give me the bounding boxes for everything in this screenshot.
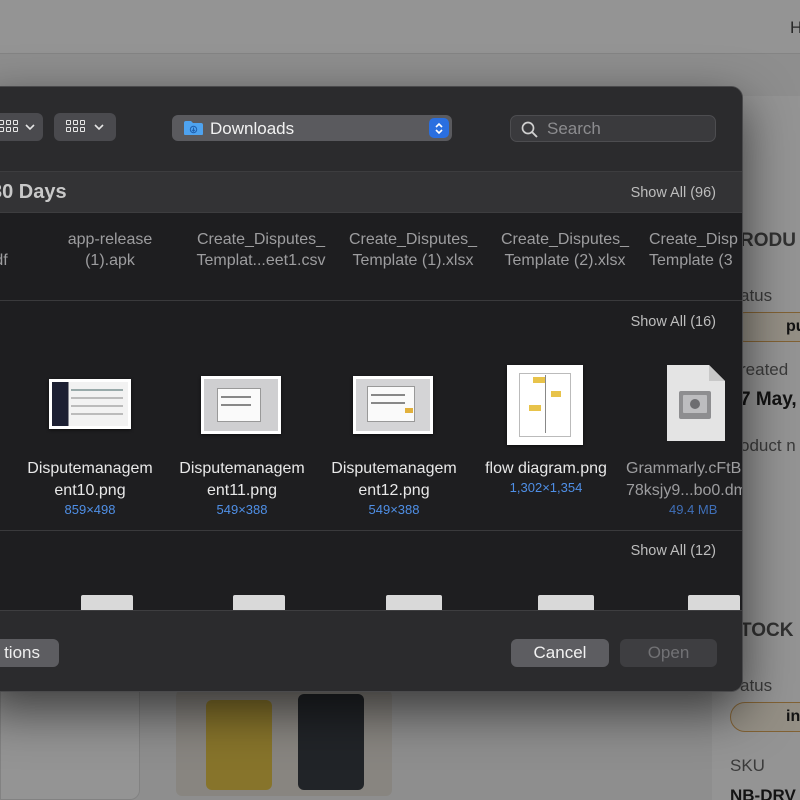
- search-input[interactable]: [547, 118, 707, 140]
- chevron-down-icon: [25, 123, 35, 130]
- show-all-button[interactable]: Show All (96): [631, 185, 716, 201]
- file-item[interactable]: Create_Disputes_ Templat...eet1.csv: [186, 229, 336, 271]
- search-field[interactable]: [510, 115, 716, 142]
- file-size: 49.4 MB: [669, 502, 718, 517]
- file-item[interactable]: Create_Disputes_ Template (1).xlsx: [338, 229, 488, 271]
- location-popup-button[interactable]: Downloads: [172, 115, 452, 141]
- disk-image-icon[interactable]: [665, 363, 727, 443]
- dialog-toolbar: Downloads: [0, 87, 742, 171]
- dialog-footer: tions Cancel Open: [0, 610, 742, 691]
- group-by-button[interactable]: [54, 113, 116, 141]
- image-thumbnail[interactable]: [353, 376, 433, 434]
- file-item-label[interactable]: Disputemanagem ent10.png: [17, 458, 163, 502]
- section-header-30-days: 30 Days Show All (96): [0, 171, 742, 213]
- file-item-label[interactable]: Disputemanagem ent12.png: [321, 458, 467, 502]
- section-header-images: Show All (16): [0, 301, 742, 335]
- chevron-down-icon: [94, 123, 104, 130]
- location-stepper-icon: [429, 118, 449, 138]
- recent-files-row: A-.pdf app-release(1).apk Create_Dispute…: [0, 213, 742, 301]
- section-title: 30 Days: [0, 181, 67, 203]
- image-dimensions: 549×388: [216, 502, 268, 517]
- view-mode-button[interactable]: [0, 113, 43, 141]
- image-dimensions: 549×388: [368, 502, 420, 517]
- image-dimensions: 1,302×1,354: [509, 480, 583, 495]
- show-all-button[interactable]: Show All (16): [631, 314, 716, 330]
- location-label: Downloads: [210, 119, 295, 138]
- image-thumbnail[interactable]: [507, 365, 583, 445]
- file-item-label[interactable]: flow diagram.png: [473, 458, 619, 480]
- show-all-button[interactable]: Show All (12): [631, 543, 716, 559]
- search-icon: [521, 121, 538, 138]
- file-item[interactable]: Create_Disp Template (3: [649, 229, 742, 271]
- image-dimensions: 859×498: [64, 502, 116, 517]
- file-item[interactable]: A-.pdf: [0, 229, 21, 271]
- file-item-label[interactable]: Disputemanagem ent11.png: [169, 458, 315, 502]
- file-item[interactable]: Create_Disputes_ Template (2).xlsx: [490, 229, 640, 271]
- options-button[interactable]: tions: [0, 639, 59, 667]
- file-item[interactable]: app-release (1).apk: [45, 229, 175, 271]
- file-item-label[interactable]: Grammarly.cFtB 78ksjy9...bo0.dm: [626, 458, 742, 502]
- section-header-documents: Show All (12): [0, 531, 742, 567]
- open-button[interactable]: Open: [620, 639, 717, 667]
- icon-view-icon: [0, 120, 19, 134]
- image-thumbnail[interactable]: [49, 379, 131, 429]
- image-thumbnail[interactable]: [201, 376, 281, 434]
- downloads-folder-icon: [184, 121, 203, 135]
- cancel-button[interactable]: Cancel: [511, 639, 609, 667]
- file-open-dialog: Downloads 30 Days Show All (96) A-.pdf a…: [0, 86, 743, 692]
- group-view-icon: [66, 120, 86, 134]
